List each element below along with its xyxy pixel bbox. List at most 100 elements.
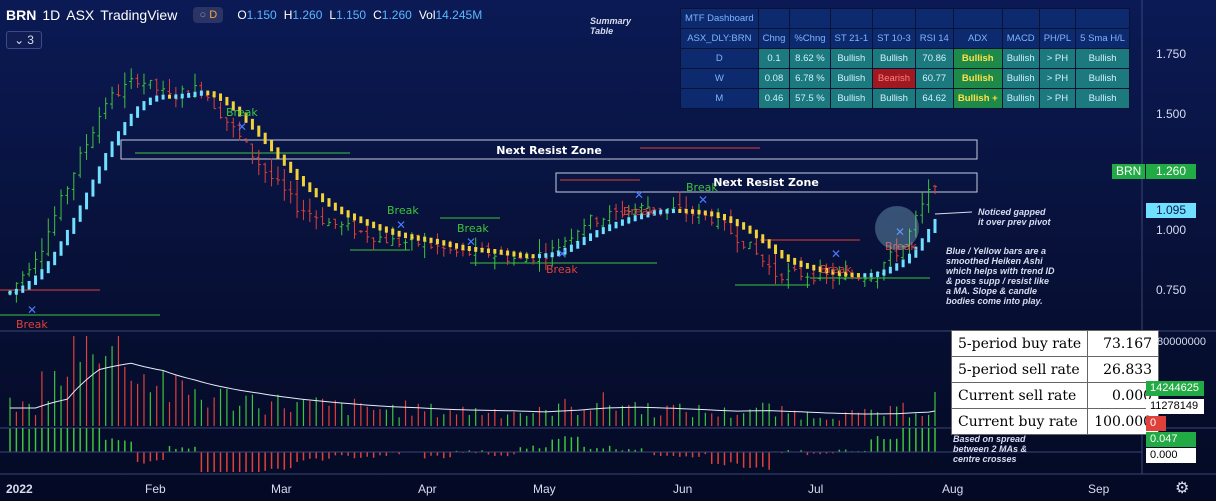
mtf-cell: 6.78 %: [789, 68, 831, 89]
time-label: 2022: [6, 482, 33, 496]
heiken-ashi-bar: [722, 214, 726, 221]
time-label: May: [533, 482, 556, 496]
heiken-ashi-bar: [729, 216, 733, 224]
volume-zero-badge: 0: [1146, 416, 1166, 431]
mtf-header-cell: ASX_DLY:BRN: [680, 28, 759, 49]
heiken-ashi-bar: [774, 244, 778, 254]
heiken-ashi-bar: [91, 179, 95, 197]
mtf-empty-cell: [872, 8, 916, 29]
heiken-ashi-bar: [78, 205, 82, 222]
heiken-ashi-bar: [123, 122, 127, 136]
heiken-ashi-bar: [455, 243, 459, 249]
mtf-empty-cell: [757, 8, 791, 29]
settings-gear-icon[interactable]: ⚙: [1175, 478, 1189, 498]
heiken-ashi-bar: [250, 118, 254, 130]
volume-top-tick: 80000000: [1157, 336, 1206, 348]
stats-value: 26.833: [1087, 356, 1160, 383]
mtf-cell: M: [680, 88, 759, 109]
heiken-ashi-bar: [569, 244, 573, 252]
heiken-ashi-bar: [793, 257, 797, 265]
summary-note: Summary Table: [590, 16, 632, 36]
heiken-ashi-bar: [308, 182, 312, 193]
close-label: C: [373, 8, 382, 22]
heiken-ashi-bar: [506, 250, 510, 256]
stats-label: Current sell rate: [950, 382, 1089, 409]
time-label: Jun: [673, 482, 693, 496]
mtf-cell: 64.62: [914, 88, 954, 109]
price-tick: 1.000: [1155, 223, 1186, 237]
heiken-ashi-bar: [486, 248, 490, 254]
heiken-ashi-bar: [582, 236, 586, 246]
mtf-header-cell: PH/PL: [1038, 28, 1077, 49]
heiken-ashi-bar: [340, 206, 344, 215]
x-marker: ✕: [466, 235, 476, 249]
mtf-cell: Bullish: [952, 48, 1003, 69]
mtf-header-cell: RSI 14: [914, 28, 954, 49]
volume-now-badge: 14244625: [1146, 381, 1204, 396]
mtf-cell: D: [680, 48, 759, 69]
heiken-ashi-bar: [595, 230, 599, 238]
heiken-ashi-bar: [129, 113, 133, 127]
heiken-ashi-bar: [589, 233, 593, 241]
volume-label: Vol: [418, 8, 436, 22]
heiken-ashi-bar: [314, 188, 318, 198]
heiken-ashi-bar: [620, 219, 624, 226]
symbol-label[interactable]: BRN: [6, 7, 36, 23]
indicator-count: 3: [27, 33, 34, 47]
mtf-cell: > PH: [1038, 68, 1077, 89]
heiken-ashi-bar: [404, 232, 408, 239]
mtf-cell: > PH: [1038, 88, 1077, 109]
mtf-empty-cell: [1038, 8, 1077, 29]
heiken-ashi-bar: [576, 241, 580, 249]
mtf-header-cell: ADX: [952, 28, 1003, 49]
heiken-ashi-bar: [85, 192, 89, 210]
x-marker: ✕: [396, 218, 406, 232]
break-label: Break: [820, 263, 852, 276]
heiken-ashi-bar: [365, 219, 369, 226]
indicators-toggle[interactable]: ⌄ 3: [6, 31, 42, 49]
mtf-cell: Bullish: [1075, 68, 1131, 89]
heiken-ashi-bar: [767, 239, 771, 249]
heiken-ashi-bar: [531, 254, 535, 259]
heiken-ashi-bar: [289, 161, 293, 173]
heiken-ashi-bar: [410, 234, 414, 240]
heiken-ashi-bar: [193, 91, 197, 97]
heiken-ashi-bar: [53, 251, 57, 266]
heiken-ashi-bar: [352, 213, 356, 221]
heiken-ashi-bar: [537, 253, 541, 259]
heiken-ashi-bar: [786, 254, 790, 262]
interval-label[interactable]: 1D: [42, 7, 60, 23]
stats-label: Current buy rate: [950, 408, 1089, 435]
stats-row: Current sell rate 0.000: [950, 382, 1160, 409]
heiken-ashi-bar: [8, 290, 12, 295]
heiken-ashi-bar: [180, 93, 184, 99]
heiken-ashi-bar: [518, 252, 522, 258]
volume-ma-badge: 11278149: [1146, 399, 1204, 414]
osc-zero-badge: 0.000: [1146, 448, 1196, 463]
high-value: 1.260: [292, 8, 323, 22]
price-tick: 1.750: [1155, 47, 1186, 61]
heiken-ashi-bar: [901, 259, 905, 268]
heiken-ashi-bar: [888, 266, 892, 274]
status-letter: D: [209, 9, 218, 21]
mtf-cell: 0.1: [757, 48, 791, 69]
heiken-ashi-bar: [697, 209, 701, 215]
resist-zone-label: Next Resist Zone: [713, 176, 819, 189]
break-label: Break: [16, 318, 48, 331]
market-status-badge[interactable]: ○ D: [193, 7, 224, 23]
mtf-header-cell: Chng: [757, 28, 791, 49]
mtf-title-row: MTF Dashboard: [680, 8, 1131, 29]
heiken-ashi-bar: [72, 217, 76, 234]
mtf-cell: Bullish: [1001, 48, 1040, 69]
heiken-ashi-bar: [544, 253, 548, 258]
chart-header: BRN 1D ASX TradingView ○ D O1.150 H1.260…: [6, 5, 482, 25]
gap-highlight-circle: [875, 206, 919, 250]
heiken-ashi-bar: [167, 94, 171, 99]
mtf-header-cell: ST 10-3: [872, 28, 916, 49]
heiken-ashi-bar: [59, 241, 63, 256]
heiken-ashi-bar: [21, 285, 25, 293]
mtf-cell: 57.5 %: [789, 88, 831, 109]
heiken-ashi-bar: [614, 221, 618, 229]
time-label: Mar: [271, 482, 292, 496]
heiken-ashi-bar: [142, 101, 146, 111]
